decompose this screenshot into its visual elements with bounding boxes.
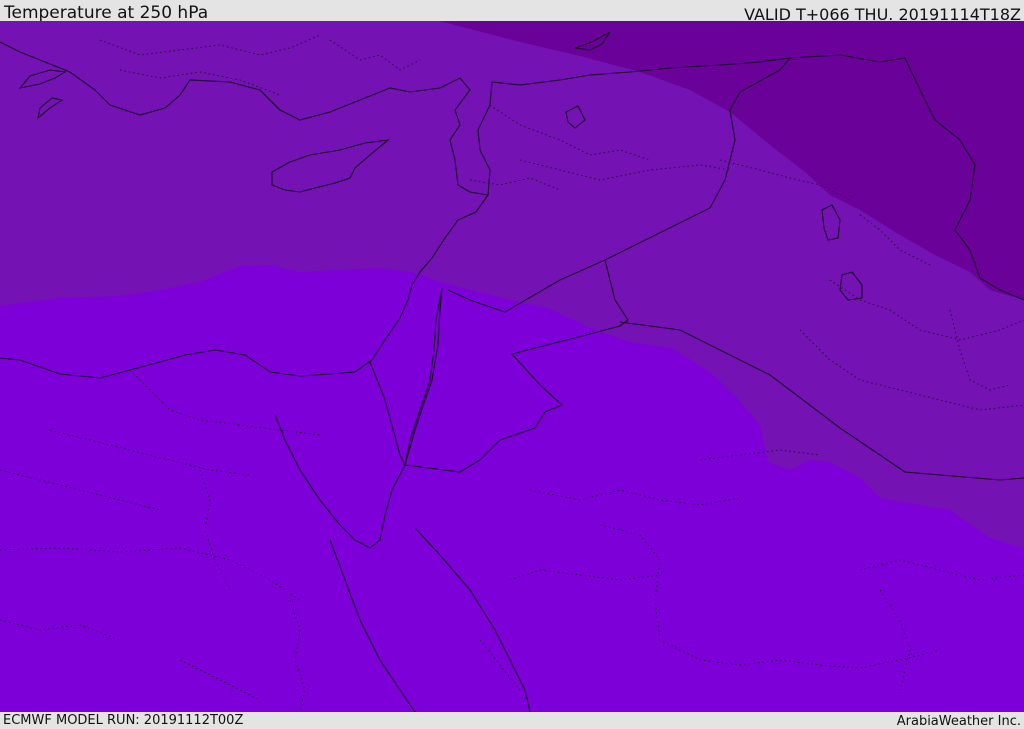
credit-label: ArabiaWeather Inc. (896, 714, 1021, 729)
map-title: Temperature at 250 hPa (4, 3, 209, 23)
temperature-map[interactable] (0, 21, 1024, 712)
header-bar: Temperature at 250 hPa VALID T+066 THU. … (0, 0, 1024, 24)
map-canvas (0, 21, 1024, 712)
model-run-label: ECMWF MODEL RUN: 20191112T00Z (3, 713, 244, 728)
footer-bar: ECMWF MODEL RUN: 20191112T00Z ArabiaWeat… (0, 712, 1024, 729)
